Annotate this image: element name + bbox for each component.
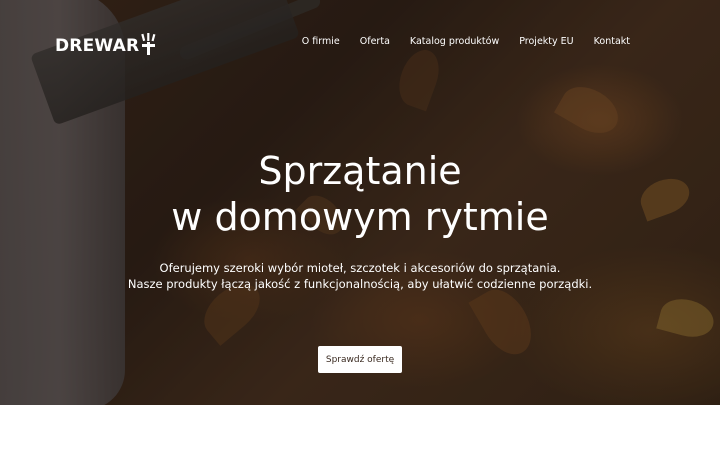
hero-subtitle-line-2: Nasze produkty łączą jakość z funkcjonal… xyxy=(127,277,593,291)
nav-menu: O firmie Oferta Katalog produktów Projek… xyxy=(302,36,630,47)
hero-heading-line-2: w domowym rytmie xyxy=(171,195,549,239)
broom-logo-icon xyxy=(140,32,158,56)
top-navigation: DREWAR O firmie Oferta Katalog produktów… xyxy=(0,0,720,80)
nav-item-oferta[interactable]: Oferta xyxy=(360,36,390,47)
hero-heading-line-1: Sprzątanie xyxy=(258,149,462,193)
hero-heading: Sprzątanie w domowym rytmie xyxy=(0,148,720,240)
hero-section: DREWAR O firmie Oferta Katalog produktów… xyxy=(0,0,720,405)
hero-subtitle: Oferujemy szeroki wybór mioteł, szczotek… xyxy=(0,260,720,292)
logo-text: DREWAR xyxy=(55,36,140,56)
nav-item-kontakt[interactable]: Kontakt xyxy=(594,36,630,47)
brand-logo[interactable]: DREWAR xyxy=(55,32,158,56)
check-offer-button[interactable]: Sprawdź ofertę xyxy=(318,346,402,373)
nav-item-katalog-produktow[interactable]: Katalog produktów xyxy=(410,36,499,47)
nav-item-o-firmie[interactable]: O firmie xyxy=(302,36,340,47)
content-area-below-hero xyxy=(0,405,720,450)
nav-item-projekty-eu[interactable]: Projekty EU xyxy=(519,36,573,47)
hero-subtitle-line-1: Oferujemy szeroki wybór mioteł, szczotek… xyxy=(159,261,561,275)
